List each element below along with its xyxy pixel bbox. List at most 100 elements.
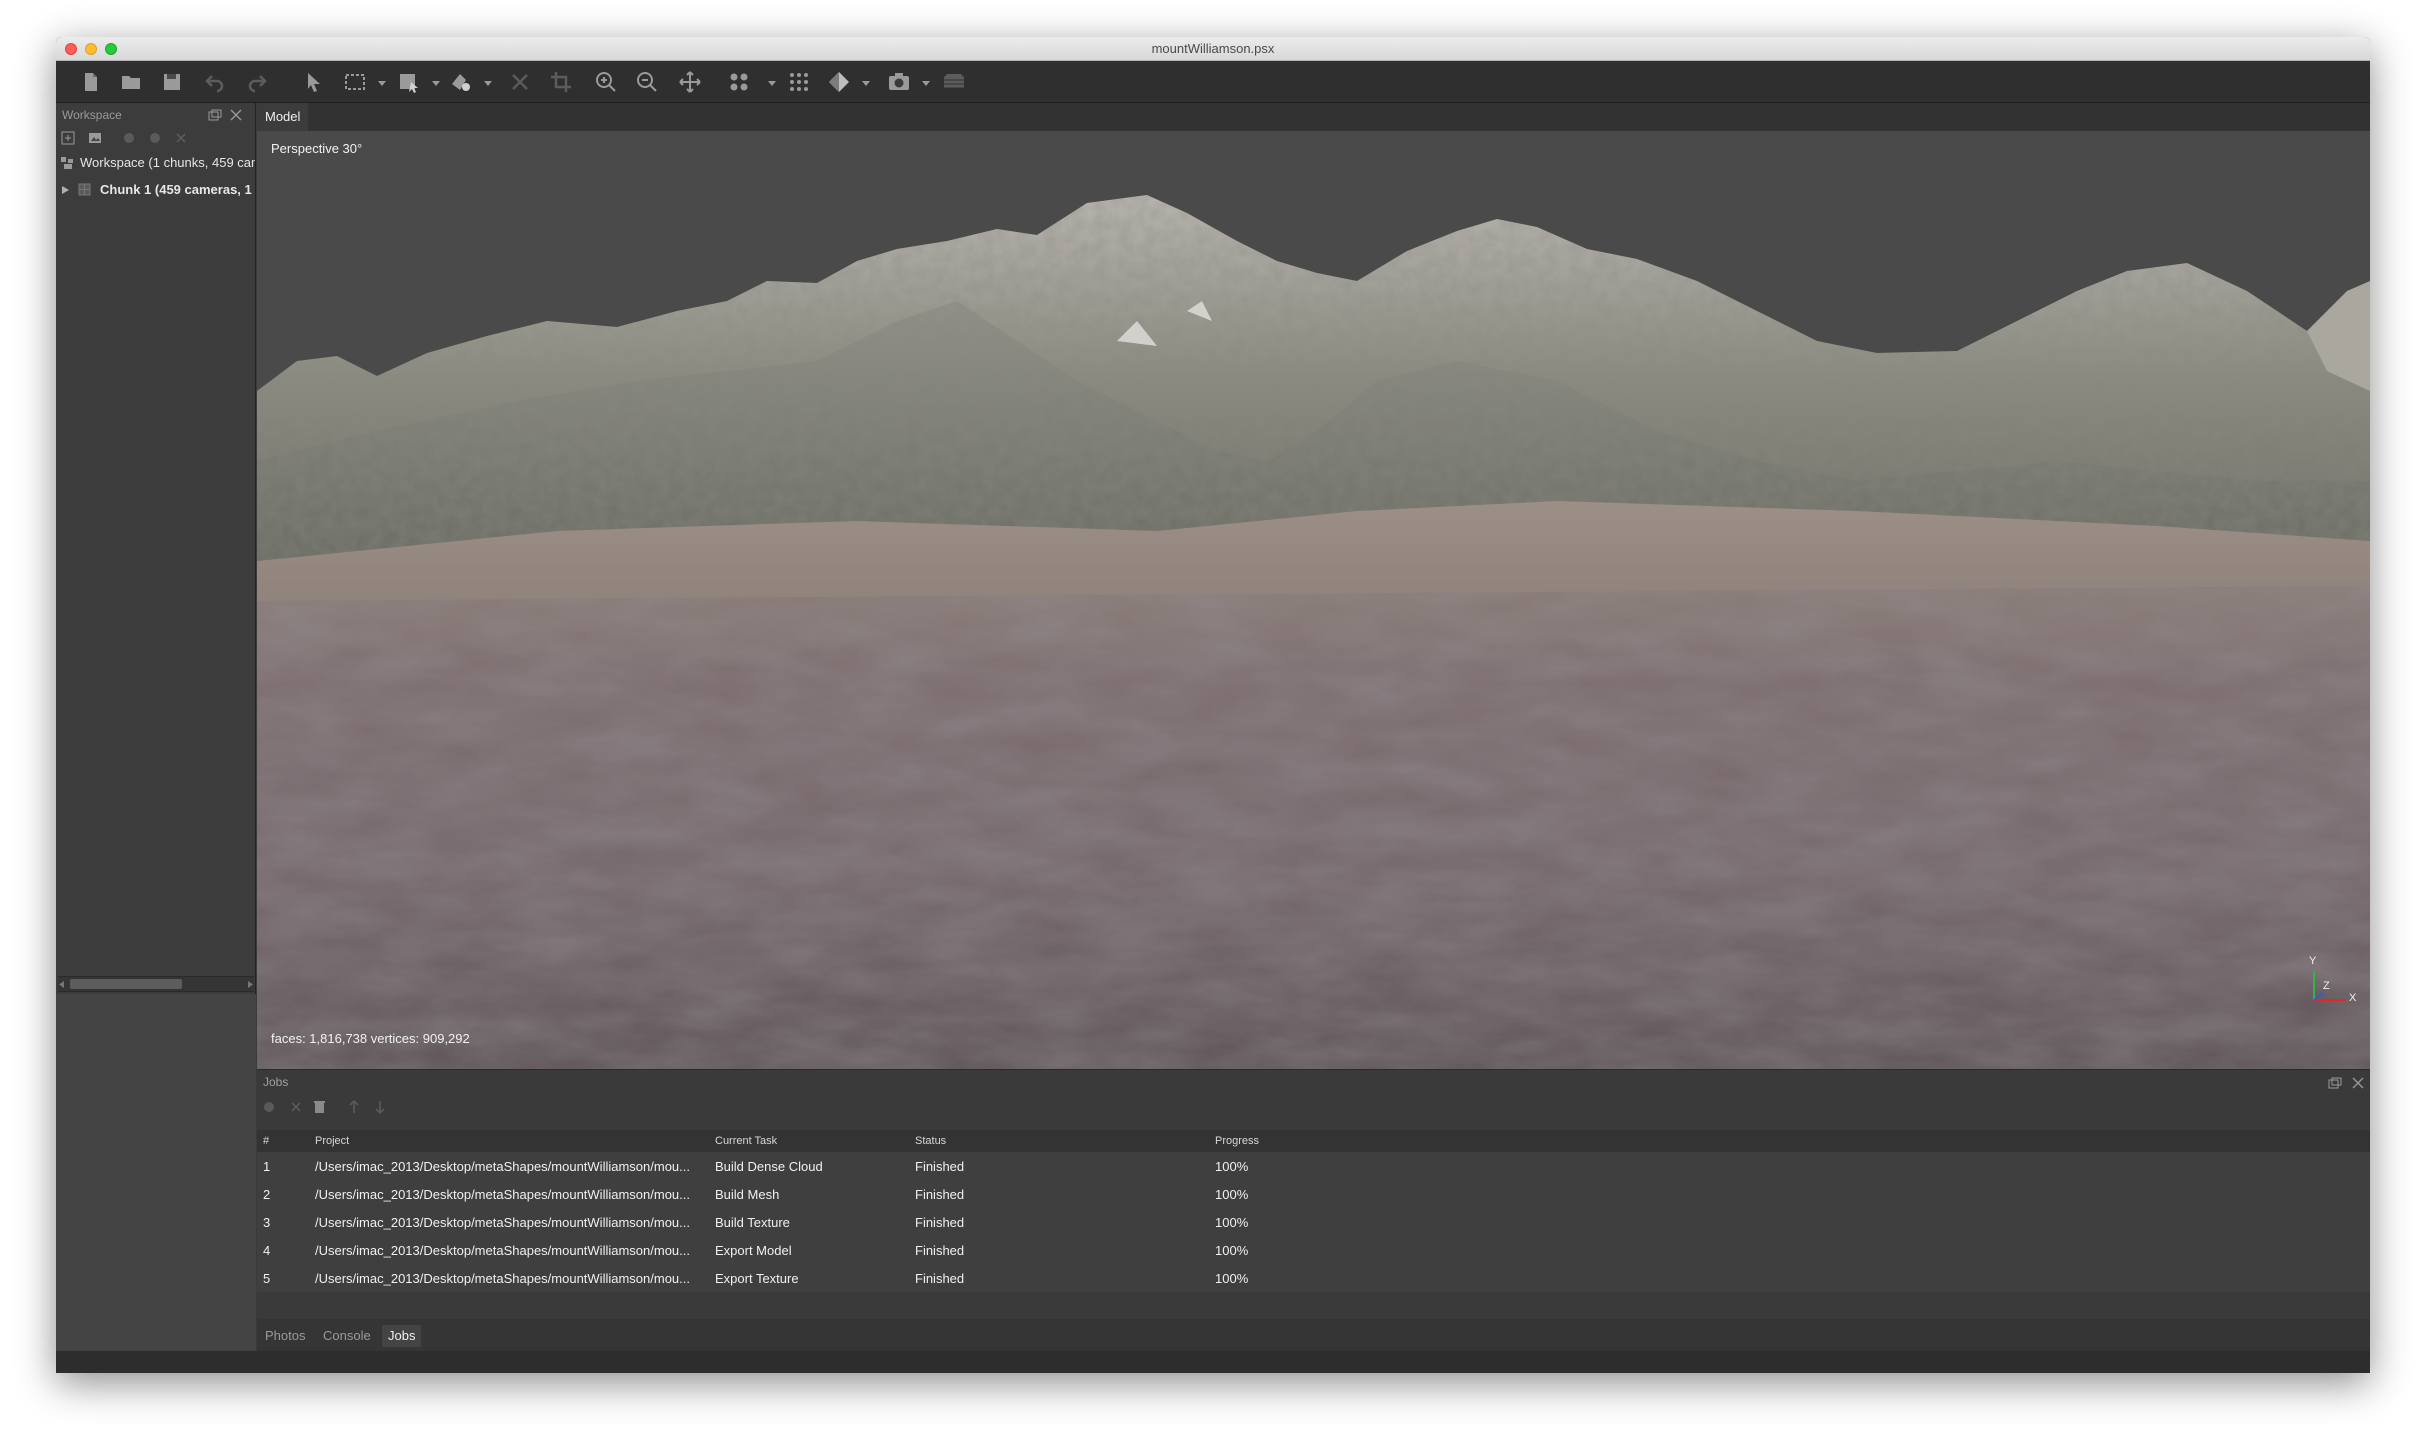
job-project: /Users/imac_2013/Desktop/metaShapes/moun…: [315, 1270, 690, 1286]
job-status: Finished: [915, 1270, 965, 1286]
camera-icon[interactable]: [886, 69, 912, 95]
shaded-model-icon[interactable]: [826, 69, 852, 95]
workspace-root-item[interactable]: Workspace (1 chunks, 459 cameras): [56, 149, 255, 176]
column-header-progress[interactable]: Progress: [1209, 1130, 2370, 1152]
job-project: /Users/imac_2013/Desktop/metaShapes/moun…: [315, 1158, 690, 1174]
add-photos-icon[interactable]: [88, 131, 102, 145]
undo-icon[interactable]: [202, 69, 228, 95]
job-progress: 100%: [1215, 1158, 1249, 1174]
job-number: 5: [263, 1270, 271, 1286]
expand-arrow-icon[interactable]: [62, 186, 69, 194]
axis-z-label: Z: [2323, 980, 2330, 992]
chevron-down-icon[interactable]: [922, 79, 930, 87]
job-project: /Users/imac_2013/Desktop/metaShapes/moun…: [315, 1242, 690, 1258]
move-region-icon[interactable]: [677, 69, 703, 95]
chevron-down-icon[interactable]: [768, 79, 776, 87]
move-down-icon[interactable]: [375, 1100, 385, 1114]
jobs-pane: Jobs # Project Current Task Status Progr…: [257, 1069, 2370, 1319]
model-viewport[interactable]: Perspective 30° faces: 1,816,738 vertice…: [257, 131, 2370, 1069]
show-cameras-icon[interactable]: [941, 69, 967, 95]
float-panel-icon[interactable]: [208, 109, 222, 121]
save-icon[interactable]: [159, 69, 185, 95]
zoom-in-icon[interactable]: [593, 69, 619, 95]
column-header-number[interactable]: #: [257, 1130, 309, 1152]
float-panel-icon[interactable]: [2328, 1077, 2342, 1089]
chunk-item[interactable]: Chunk 1 (459 cameras, 1 tie points): [56, 176, 255, 203]
table-row[interactable]: 3 /Users/imac_2013/Desktop/metaShapes/mo…: [257, 1208, 2370, 1236]
tab-jobs[interactable]: Jobs: [382, 1325, 422, 1347]
job-task: Export Model: [715, 1242, 792, 1258]
cancel-job-icon[interactable]: [290, 1101, 302, 1113]
add-chunk-icon[interactable]: [61, 131, 75, 145]
title-bar: mountWilliamson.psx: [56, 37, 2370, 61]
workspace-lower-pane: [56, 994, 256, 1373]
zoom-window-button[interactable]: [105, 43, 117, 55]
chevron-down-icon[interactable]: [862, 79, 870, 87]
tab-console[interactable]: Console: [317, 1325, 377, 1347]
status-bar: [56, 1351, 2370, 1373]
remove-icon[interactable]: [175, 132, 187, 144]
workspace-toolbar: [56, 127, 255, 149]
job-number: 4: [263, 1242, 271, 1258]
zoom-out-icon[interactable]: [634, 69, 660, 95]
chunk-icon: [78, 183, 91, 196]
terrain-render: [257, 195, 2370, 1069]
trash-icon[interactable]: [313, 1100, 326, 1114]
workspace-root-label: Workspace (1 chunks, 459 cameras): [80, 155, 255, 170]
delete-icon[interactable]: [507, 69, 533, 95]
chunk-label: Chunk 1 (459 cameras, 1 tie points): [100, 182, 255, 197]
table-row[interactable]: 4 /Users/imac_2013/Desktop/metaShapes/mo…: [257, 1236, 2370, 1264]
job-task: Export Texture: [715, 1270, 799, 1286]
jobs-header: Jobs: [257, 1070, 2370, 1095]
navigation-cursor-icon[interactable]: [301, 69, 327, 95]
rectangle-selection-icon[interactable]: [342, 69, 368, 95]
job-status: Finished: [915, 1214, 965, 1230]
job-progress: 100%: [1215, 1186, 1249, 1202]
workspace-horizontal-scrollbar[interactable]: [58, 976, 254, 992]
chevron-down-icon[interactable]: [378, 79, 386, 87]
axis-y-label: Y: [2309, 955, 2317, 967]
scrollbar-thumb[interactable]: [70, 979, 182, 989]
table-row[interactable]: 2 /Users/imac_2013/Desktop/metaShapes/mo…: [257, 1180, 2370, 1208]
jobs-table: # Project Current Task Status Progress 1…: [257, 1130, 2370, 1292]
table-row[interactable]: 1 /Users/imac_2013/Desktop/metaShapes/mo…: [257, 1152, 2370, 1180]
point-cloud-icon[interactable]: [726, 69, 752, 95]
new-document-icon[interactable]: [78, 69, 104, 95]
redo-icon[interactable]: [244, 69, 270, 95]
disable-icon[interactable]: [149, 132, 161, 144]
pause-job-icon[interactable]: [263, 1101, 275, 1113]
window-title: mountWilliamson.psx: [1151, 41, 1275, 56]
move-up-icon[interactable]: [349, 1100, 359, 1114]
column-header-status[interactable]: Status: [909, 1130, 1209, 1152]
column-header-current-task[interactable]: Current Task: [709, 1130, 909, 1152]
open-folder-icon[interactable]: [118, 69, 144, 95]
job-progress: 100%: [1215, 1242, 1249, 1258]
job-task: Build Dense Cloud: [715, 1158, 823, 1174]
close-window-button[interactable]: [65, 43, 77, 55]
table-row[interactable]: 5 /Users/imac_2013/Desktop/metaShapes/mo…: [257, 1264, 2370, 1292]
column-header-project[interactable]: Project: [309, 1130, 709, 1152]
crop-icon[interactable]: [548, 69, 574, 95]
chevron-down-icon[interactable]: [432, 79, 440, 87]
job-task: Build Mesh: [715, 1186, 780, 1202]
job-task: Build Texture: [715, 1214, 790, 1230]
draw-shape-icon[interactable]: [448, 69, 474, 95]
job-number: 1: [263, 1158, 271, 1174]
bottom-tab-bar: Photos Console Jobs: [257, 1319, 2370, 1351]
grid-points-icon[interactable]: [786, 69, 812, 95]
minimize-window-button[interactable]: [85, 43, 97, 55]
axes-gizmo: Y Z X: [2297, 953, 2367, 1013]
scroll-right-icon[interactable]: [248, 981, 253, 988]
scroll-left-icon[interactable]: [59, 981, 64, 988]
app-window: mountWilliamson.psx Workspace Workspace …: [56, 37, 2370, 1373]
object-selection-icon[interactable]: [396, 69, 422, 95]
close-panel-icon[interactable]: [230, 109, 242, 121]
job-number: 2: [263, 1186, 271, 1202]
close-panel-icon[interactable]: [2352, 1077, 2364, 1089]
tab-model[interactable]: Model: [257, 103, 309, 131]
enable-icon[interactable]: [123, 132, 135, 144]
jobs-table-header: # Project Current Task Status Progress: [257, 1130, 2370, 1152]
chevron-down-icon[interactable]: [484, 79, 492, 87]
job-progress: 100%: [1215, 1270, 1249, 1286]
tab-photos[interactable]: Photos: [259, 1325, 311, 1347]
